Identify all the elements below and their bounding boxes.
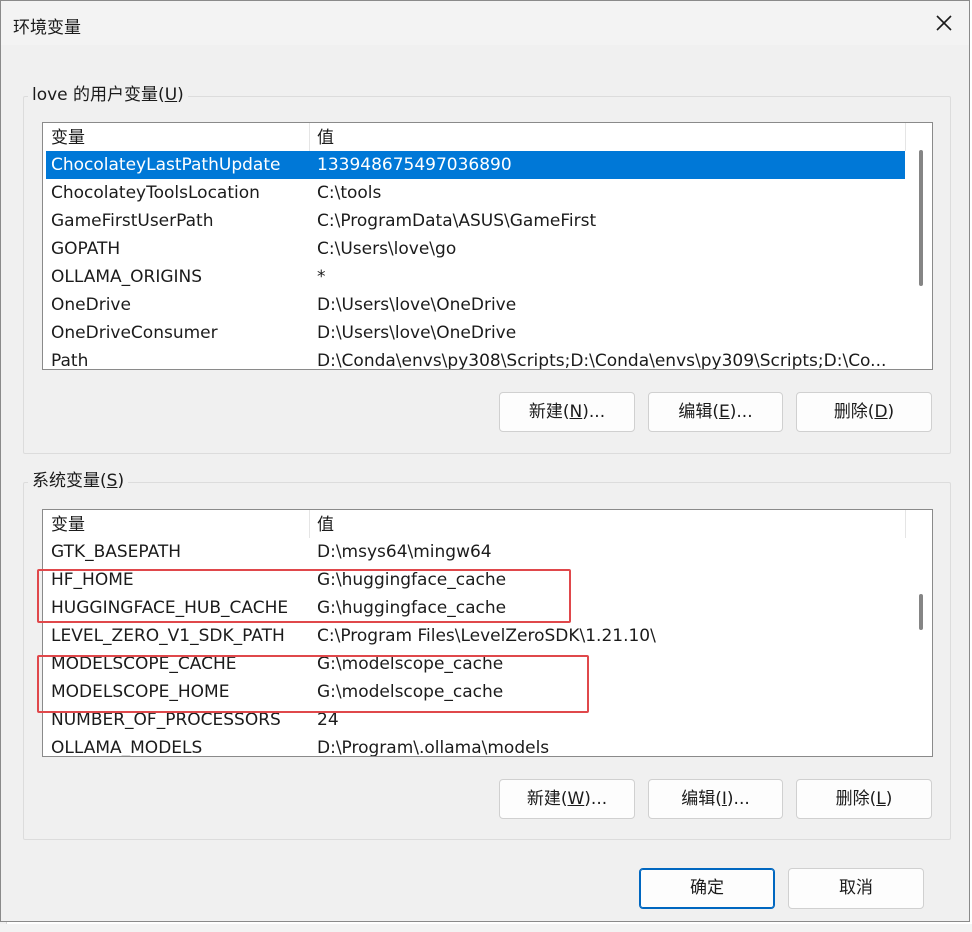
background-window-edge-bottom: [0, 924, 972, 932]
column-separator: [905, 510, 906, 538]
variable-name: Path: [51, 351, 89, 370]
list-item[interactable]: GTK_BASEPATH D:\msys64\mingw64: [46, 538, 905, 566]
user-edit-button[interactable]: 编辑(E)...: [648, 392, 783, 432]
variable-value: D:\Conda\envs\py308\Scripts;D:\Conda\env…: [317, 351, 887, 370]
variable-name: GOPATH: [51, 239, 121, 259]
list-item[interactable]: GOPATH C:\Users\love\go: [46, 235, 905, 263]
variable-name: GTK_BASEPATH: [51, 542, 182, 562]
list-item[interactable]: LEVEL_ZERO_V1_SDK_PATH C:\Program Files\L…: [46, 622, 905, 650]
variable-name: OLLAMA_MODELS: [51, 738, 203, 757]
variable-value: G:\modelscope_cache: [317, 682, 504, 702]
user-variables-list[interactable]: 变量 值 ChocolateyLastPathUpdate 13394867549…: [42, 122, 933, 370]
variable-value: C:\tools: [317, 183, 382, 203]
column-separator: [309, 510, 310, 538]
list-item[interactable]: OneDriveConsumer D:\Users\love\OneDrive: [46, 319, 905, 347]
system-delete-button[interactable]: 删除(L): [796, 779, 932, 819]
variable-name: OneDriveConsumer: [51, 323, 218, 343]
variable-value: G:\huggingface_cache: [317, 570, 507, 590]
column-header-variable[interactable]: 变量: [51, 123, 85, 151]
list-item[interactable]: OLLAMA_ORIGINS *: [46, 263, 905, 291]
variable-value: G:\modelscope_cache: [317, 654, 504, 674]
column-separator: [905, 123, 906, 151]
title-bar: 环境变量: [1, 1, 969, 45]
variable-name: MODELSCOPE_HOME: [51, 682, 230, 702]
column-header-value[interactable]: 值: [317, 123, 334, 151]
variable-value: D:\Users\love\OneDrive: [317, 323, 517, 343]
system-variables-title: 系统变量(S): [28, 471, 129, 491]
scrollbar-thumb[interactable]: [919, 594, 923, 630]
variable-name: ChocolateyToolsLocation: [51, 183, 260, 203]
list-item[interactable]: HF_HOME G:\huggingface_cache: [46, 566, 905, 594]
column-separator: [309, 123, 310, 151]
variable-value: D:\msys64\mingw64: [317, 542, 492, 562]
list-item[interactable]: HUGGINGFACE_HUB_CACHE G:\huggingface_cach…: [46, 594, 905, 622]
variable-name: MODELSCOPE_CACHE: [51, 654, 237, 674]
close-icon: [936, 15, 952, 31]
variable-name: HUGGINGFACE_HUB_CACHE: [51, 598, 289, 618]
user-delete-button[interactable]: 删除(D): [796, 392, 932, 432]
cancel-button[interactable]: 取消: [788, 868, 924, 909]
scrollbar-thumb[interactable]: [919, 150, 923, 286]
close-button[interactable]: [927, 7, 961, 39]
user-variables-scrollbar[interactable]: [908, 123, 932, 369]
variable-name: OneDrive: [51, 295, 131, 315]
variable-value: C:\Users\love\go: [317, 239, 457, 259]
user-new-button[interactable]: 新建(N)...: [499, 392, 635, 432]
system-new-button[interactable]: 新建(W)...: [499, 779, 635, 819]
variable-name: LEVEL_ZERO_V1_SDK_PATH: [51, 626, 285, 646]
variable-value: C:\Program Files\LevelZeroSDK\1.21.10\: [317, 626, 656, 646]
window-title: 环境变量: [13, 18, 81, 38]
system-variables-list[interactable]: 变量 值 GTK_BASEPATH D:\msys64\mingw64 HF_HOM…: [42, 509, 933, 757]
list-item[interactable]: OneDrive D:\Users\love\OneDrive: [46, 291, 905, 319]
list-item[interactable]: Path D:\Conda\envs\py308\Scripts;D:\Conda…: [46, 347, 905, 370]
variable-value: 133948675497036890: [317, 155, 512, 175]
variable-value: D:\Users\love\OneDrive: [317, 295, 517, 315]
list-item[interactable]: GameFirstUserPath C:\ProgramData\ASUS\Gam…: [46, 207, 905, 235]
variable-value: D:\Program\.ollama\models: [317, 738, 550, 757]
list-item[interactable]: NUMBER_OF_PROCESSORS 24: [46, 706, 905, 734]
user-variables-title: love 的用户变量(U): [28, 85, 188, 105]
variable-value: *: [317, 267, 326, 287]
list-item[interactable]: MODELSCOPE_HOME G:\modelscope_cache: [46, 678, 905, 706]
variable-name: GameFirstUserPath: [51, 211, 214, 231]
variable-name: ChocolateyLastPathUpdate: [51, 155, 281, 175]
ok-button[interactable]: 确定: [639, 868, 775, 909]
variable-value: C:\ProgramData\ASUS\GameFirst: [317, 211, 597, 231]
variable-name: HF_HOME: [51, 570, 134, 590]
variable-value: 24: [317, 710, 339, 730]
variable-name: OLLAMA_ORIGINS: [51, 267, 203, 287]
system-edit-button[interactable]: 编辑(I)...: [648, 779, 783, 819]
list-item[interactable]: ChocolateyLastPathUpdate 1339486754970368…: [46, 151, 905, 179]
list-item[interactable]: ChocolateyToolsLocation C:\tools: [46, 179, 905, 207]
variable-value: G:\huggingface_cache: [317, 598, 507, 618]
system-variables-header: 变量 值: [43, 510, 908, 538]
column-header-variable[interactable]: 变量: [51, 510, 85, 538]
variable-name: NUMBER_OF_PROCESSORS: [51, 710, 281, 730]
list-item[interactable]: OLLAMA_MODELS D:\Program\.ollama\models: [46, 734, 905, 757]
user-variables-header: 变量 值: [43, 123, 908, 151]
column-header-value[interactable]: 值: [317, 510, 334, 538]
system-variables-scrollbar[interactable]: [908, 510, 932, 756]
environment-variables-dialog: 环境变量 love 的用户变量(U) 变量 值 ChocolateyLastPa…: [0, 0, 970, 922]
list-item[interactable]: MODELSCOPE_CACHE G:\modelscope_cache: [46, 650, 905, 678]
